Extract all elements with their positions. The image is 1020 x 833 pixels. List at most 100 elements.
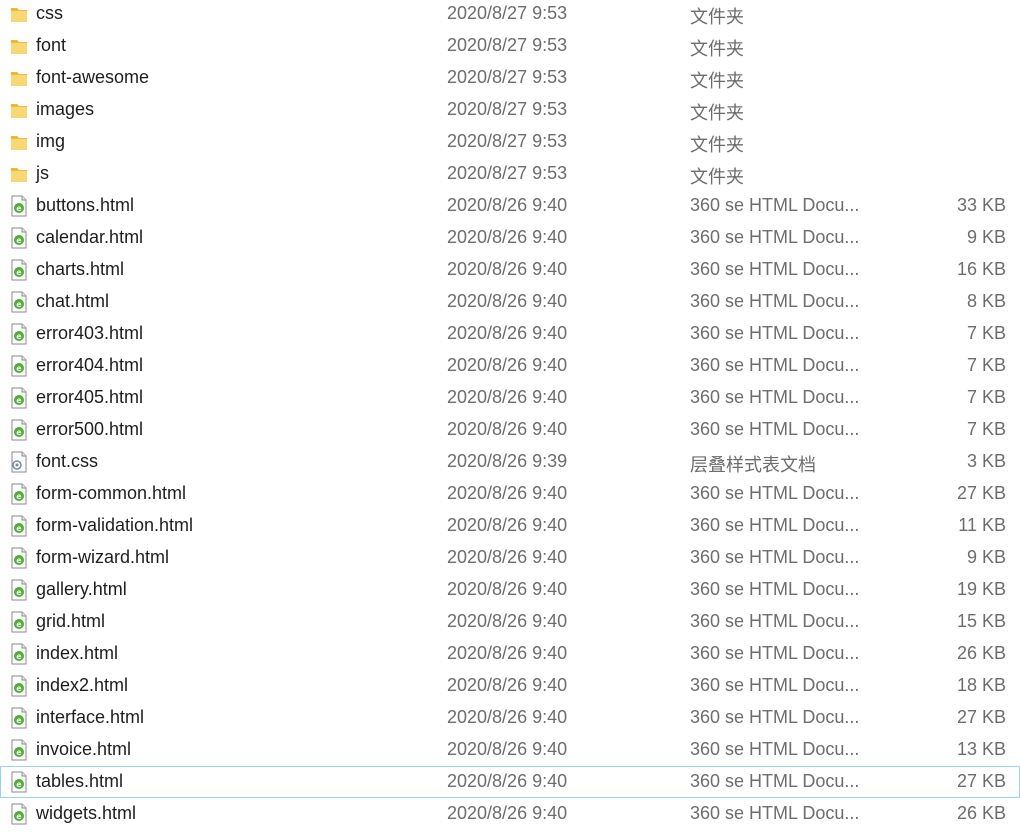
file-type: 文件夹 <box>690 39 744 59</box>
file-modified-date: 2020/8/27 9:53 <box>447 163 568 183</box>
file-type: 360 se HTML Docu... <box>690 291 860 311</box>
file-name: calendar.html <box>36 227 144 247</box>
file-row[interactable]: e widgets.html 2020/8/26 9:40 360 se HTML D… <box>0 798 1020 830</box>
file-size: 27 KB <box>956 771 1006 791</box>
svg-text:e: e <box>16 396 22 405</box>
file-name: form-wizard.html <box>36 547 170 567</box>
file-type: 360 se HTML Docu... <box>690 739 860 759</box>
file-row[interactable]: e interface.html 2020/8/26 9:40 360 se HTML… <box>0 702 1020 734</box>
svg-text:e: e <box>16 428 22 437</box>
file-modified-date: 2020/8/26 9:40 <box>447 739 568 759</box>
file-row[interactable]: e charts.html 2020/8/26 9:40 360 se HTML Do… <box>0 254 1020 286</box>
file-size: 13 KB <box>956 739 1006 759</box>
file-modified-date: 2020/8/26 9:40 <box>447 675 568 695</box>
html-file-icon: e <box>9 355 29 377</box>
file-type: 层叠样式表文档 <box>690 455 816 475</box>
svg-text:e: e <box>16 716 22 725</box>
file-modified-date: 2020/8/26 9:40 <box>447 803 568 823</box>
file-row[interactable]: e form-wizard.html 2020/8/26 9:40 360 se HT… <box>0 542 1020 574</box>
file-size: 18 KB <box>956 675 1006 695</box>
file-row[interactable]: e error500.html 2020/8/26 9:40 360 se HTML … <box>0 414 1020 446</box>
file-modified-date: 2020/8/26 9:40 <box>447 419 568 439</box>
svg-text:e: e <box>16 332 22 341</box>
file-name: css <box>36 3 63 23</box>
html-file-icon: e <box>9 259 29 281</box>
html-file-icon: e <box>9 387 29 409</box>
file-name: chat.html <box>36 291 110 311</box>
file-row[interactable]: e chat.html 2020/8/26 9:40 360 se HTML Docu… <box>0 286 1020 318</box>
file-row[interactable]: font-awesome 2020/8/27 9:53 文件夹 <box>0 62 1020 94</box>
html-file-icon: e <box>9 579 29 601</box>
file-name: invoice.html <box>36 739 132 759</box>
svg-text:e: e <box>16 524 22 533</box>
file-type: 360 se HTML Docu... <box>690 355 860 375</box>
file-modified-date: 2020/8/27 9:53 <box>447 3 568 23</box>
svg-text:e: e <box>16 268 22 277</box>
file-name: interface.html <box>36 707 145 727</box>
file-row[interactable]: e form-common.html 2020/8/26 9:40 360 se HT… <box>0 478 1020 510</box>
file-row[interactable]: e error404.html 2020/8/26 9:40 360 se HTML … <box>0 350 1020 382</box>
file-row[interactable]: e form-validation.html 2020/8/26 9:40 360 s… <box>0 510 1020 542</box>
svg-text:e: e <box>16 300 22 309</box>
file-row[interactable]: e gallery.html 2020/8/26 9:40 360 se HTML D… <box>0 574 1020 606</box>
file-row[interactable]: e tables.html 2020/8/26 9:40 360 se HTML Do… <box>0 766 1020 798</box>
html-file-icon: e <box>9 707 29 729</box>
file-size: 9 KB <box>966 227 1006 247</box>
file-size: 27 KB <box>956 707 1006 727</box>
file-row[interactable]: font.css 2020/8/26 9:39 层叠样式表文档 3 KB <box>0 446 1020 478</box>
file-type: 360 se HTML Docu... <box>690 771 860 791</box>
svg-text:e: e <box>16 652 22 661</box>
file-row[interactable]: e index2.html 2020/8/26 9:40 360 se HTML Do… <box>0 670 1020 702</box>
file-type: 360 se HTML Docu... <box>690 483 860 503</box>
file-row[interactable]: e error405.html 2020/8/26 9:40 360 se HTML … <box>0 382 1020 414</box>
file-row[interactable]: e invoice.html 2020/8/26 9:40 360 se HTML D… <box>0 734 1020 766</box>
html-file-icon: e <box>9 803 29 825</box>
file-row[interactable]: images 2020/8/27 9:53 文件夹 <box>0 94 1020 126</box>
folder-icon <box>9 131 29 153</box>
file-row[interactable]: e grid.html 2020/8/26 9:40 360 se HTML Docu… <box>0 606 1020 638</box>
file-size: 19 KB <box>956 579 1006 599</box>
file-type: 360 se HTML Docu... <box>690 259 860 279</box>
svg-text:e: e <box>16 492 22 501</box>
file-name: buttons.html <box>36 195 135 215</box>
file-row[interactable]: img 2020/8/27 9:53 文件夹 <box>0 126 1020 158</box>
file-modified-date: 2020/8/26 9:40 <box>447 643 568 663</box>
file-row[interactable]: e error403.html 2020/8/26 9:40 360 se HTML … <box>0 318 1020 350</box>
html-file-icon: e <box>9 739 29 761</box>
file-row[interactable]: e index.html 2020/8/26 9:40 360 se HTML Doc… <box>0 638 1020 670</box>
file-name: form-common.html <box>36 483 187 503</box>
file-type: 文件夹 <box>690 71 744 91</box>
file-row[interactable]: css 2020/8/27 9:53 文件夹 <box>0 0 1020 30</box>
file-name: form-validation.html <box>36 515 194 535</box>
file-size: 8 KB <box>966 291 1006 311</box>
html-file-icon: e <box>9 611 29 633</box>
file-name: images <box>36 99 95 119</box>
file-size: 26 KB <box>956 803 1006 823</box>
file-row[interactable]: e buttons.html 2020/8/26 9:40 360 se HTML D… <box>0 190 1020 222</box>
file-name: tables.html <box>36 771 124 791</box>
file-row[interactable]: e calendar.html 2020/8/26 9:40 360 se HTML … <box>0 222 1020 254</box>
file-name: font <box>36 35 67 55</box>
folder-icon <box>9 3 29 25</box>
file-modified-date: 2020/8/27 9:53 <box>447 99 568 119</box>
file-name: error500.html <box>36 419 144 439</box>
file-name: error403.html <box>36 323 144 343</box>
file-name: index.html <box>36 643 119 663</box>
folder-icon <box>9 67 29 89</box>
css-file-icon <box>9 451 29 473</box>
file-modified-date: 2020/8/26 9:40 <box>447 515 568 535</box>
file-name: widgets.html <box>36 803 137 823</box>
file-size: 3 KB <box>966 451 1006 471</box>
svg-text:e: e <box>16 780 22 789</box>
file-size: 26 KB <box>956 643 1006 663</box>
file-modified-date: 2020/8/27 9:53 <box>447 35 568 55</box>
file-type: 360 se HTML Docu... <box>690 387 860 407</box>
html-file-icon: e <box>9 291 29 313</box>
file-row[interactable]: font 2020/8/27 9:53 文件夹 <box>0 30 1020 62</box>
file-type: 360 se HTML Docu... <box>690 227 860 247</box>
file-list: css 2020/8/27 9:53 文件夹 font 2020/8/27 9:53 文件… <box>0 0 1020 830</box>
html-file-icon: e <box>9 195 29 217</box>
file-modified-date: 2020/8/26 9:40 <box>447 579 568 599</box>
svg-text:e: e <box>16 204 22 213</box>
file-row[interactable]: js 2020/8/27 9:53 文件夹 <box>0 158 1020 190</box>
